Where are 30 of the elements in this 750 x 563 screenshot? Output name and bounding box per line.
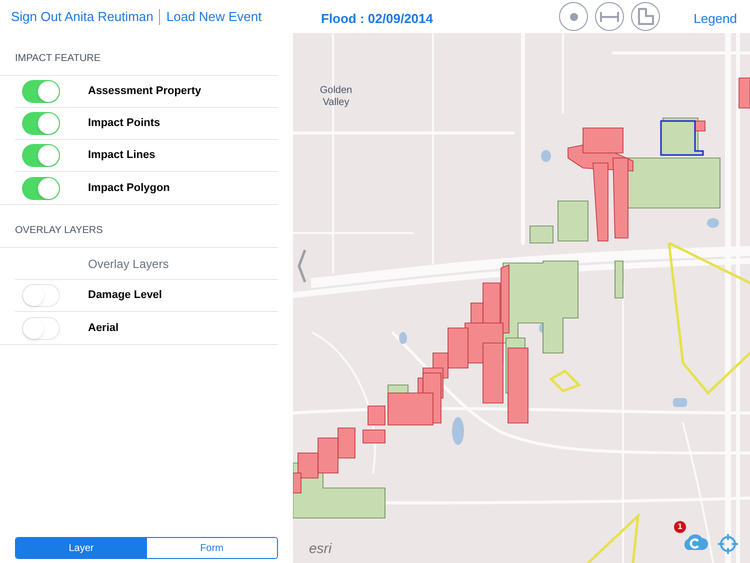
map-logo: esri	[309, 539, 332, 558]
locate-button[interactable]	[717, 533, 739, 555]
ruler-icon	[600, 12, 619, 22]
toggle-switch[interactable]	[22, 144, 60, 167]
area-tool-button[interactable]	[631, 2, 660, 31]
toggle-switch[interactable]	[22, 176, 60, 200]
segment-tab[interactable]: Layer	[16, 538, 146, 558]
layer-label: Impact Lines	[88, 148, 156, 164]
point-tool-button[interactable]	[559, 2, 588, 31]
toggle-switch[interactable]	[22, 316, 60, 340]
load-event-link[interactable]: Load New Event	[160, 8, 262, 24]
layer-label: Assessment Property	[88, 84, 202, 100]
layer-label: Overlay Layers	[88, 256, 169, 272]
section-heading: IMPACT FEATURE	[0, 33, 278, 76]
layer-label: Aerial	[88, 320, 119, 336]
event-title: Flood : 02/09/2014	[321, 10, 433, 28]
notification-badge: 1	[674, 521, 686, 533]
polygon-icon	[638, 8, 654, 25]
legend-link[interactable]: Legend	[694, 9, 737, 28]
layer-label: Impact Polygon	[88, 180, 170, 196]
sign-out-link[interactable]: Sign Out Anita Reutiman	[11, 8, 160, 24]
chevron-left-icon	[297, 248, 307, 284]
toggle-switch[interactable]	[22, 112, 60, 135]
measure-tool-button[interactable]	[595, 2, 624, 31]
place-label: Golden Valley	[318, 85, 354, 109]
toggle-switch[interactable]	[22, 284, 60, 307]
toggle-switch[interactable]	[22, 80, 60, 103]
layer-label: Impact Points	[88, 116, 160, 132]
section-heading: OVERLAY LAYERS	[0, 205, 278, 248]
layer-label: Damage Level	[88, 288, 162, 304]
